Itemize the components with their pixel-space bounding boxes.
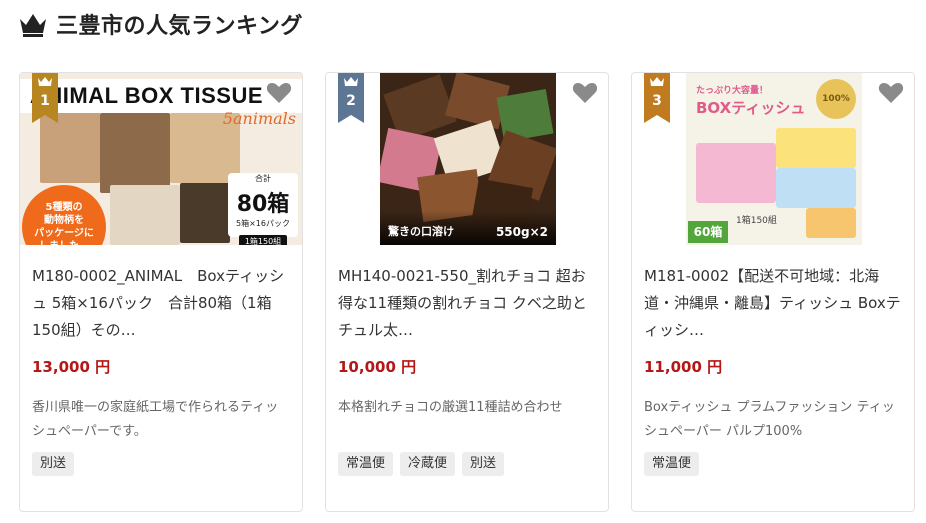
product-title[interactable]: M180-0002_ANIMAL Boxティッシュ 5箱×16パック 合計80箱… <box>32 263 290 344</box>
image-total-sub: 5箱×16パック <box>236 219 290 228</box>
product-image[interactable]: ANIMAL BOX TISSUE 5animals 5種類の 動物柄を パッケ… <box>20 73 302 245</box>
product-price: 11,000 円 <box>644 358 723 376</box>
rank-badge: 3 <box>644 73 670 123</box>
image-banner: ANIMAL BOX TISSUE <box>20 79 302 113</box>
image-script: 5animals <box>222 109 296 128</box>
ranking-card-3[interactable]: たっぷり大容量！ BOXティッシュ 100% 1箱150組 60箱 3 M181… <box>631 72 915 512</box>
product-description: 香川県唯一の家庭紙工場で作られるティッシュペーパーです。 <box>32 400 279 439</box>
product-photo-tissue-animal: ANIMAL BOX TISSUE 5animals 5種類の 動物柄を パッケ… <box>20 73 302 245</box>
product-image[interactable]: たっぷり大容量！ BOXティッシュ 100% 1箱150組 60箱 3 <box>632 73 914 245</box>
product-price: 10,000 円 <box>338 358 417 376</box>
product-image[interactable]: 驚きの口溶け 550g×2 2 <box>326 73 608 245</box>
shipping-tag: 常温便 <box>644 452 700 476</box>
image-total-big: 80箱 <box>236 192 290 217</box>
image-count: 60箱 <box>688 221 728 243</box>
shipping-tags: 別送 <box>32 452 290 476</box>
shipping-tags: 常温便 <box>644 452 902 476</box>
shipping-tag: 冷蔵便 <box>400 452 456 476</box>
product-title[interactable]: M181-0002【配送不可地域：北海道・沖縄県・離島】ティッシュ Boxティッ… <box>644 263 902 344</box>
product-photo-chocolate: 驚きの口溶け 550g×2 <box>380 73 556 245</box>
rank-number: 1 <box>40 93 50 109</box>
heart-icon[interactable] <box>878 81 904 105</box>
product-photo-tissue-box: たっぷり大容量！ BOXティッシュ 100% 1箱150組 60箱 <box>686 73 862 245</box>
image-weight: 550g×2 <box>495 225 548 239</box>
rank-number: 2 <box>346 93 356 109</box>
ranking-card-2[interactable]: 驚きの口溶け 550g×2 2 MH140-0021-550_割れチョコ 超お得… <box>325 72 609 512</box>
image-total: 合計 80箱 5箱×16パック 1箱150組 <box>228 173 298 245</box>
image-head: たっぷり大容量！ <box>696 86 769 96</box>
image-total-prefix: 合計 <box>255 174 271 183</box>
heart-icon[interactable] <box>266 81 292 105</box>
product-title[interactable]: MH140-0021-550_割れチョコ 超お得な11種類の割れチョコ クベ之助… <box>338 263 596 344</box>
rank-badge: 2 <box>338 73 364 123</box>
shipping-tag: 別送 <box>462 452 505 476</box>
image-medal: 100% <box>816 79 856 119</box>
product-description: Boxティッシュ プラムファッション ティッシュペーパー パルプ100% <box>644 400 895 439</box>
crown-icon <box>20 14 46 37</box>
image-box-text: BOXティッシュ <box>696 99 806 117</box>
image-circle-note: 5種類の 動物柄を パッケージに しました。 <box>22 185 106 245</box>
rank-number: 3 <box>652 93 662 109</box>
product-price: 13,000 円 <box>32 358 111 376</box>
ranking-title: 三豊市の人気ランキング <box>56 14 303 39</box>
shipping-tag: 常温便 <box>338 452 394 476</box>
shipping-tag: 別送 <box>32 452 75 476</box>
heart-icon[interactable] <box>572 81 598 105</box>
ranking-header: 三豊市の人気ランキング <box>18 8 303 40</box>
image-total-pill: 1箱150組 <box>238 235 288 245</box>
shipping-tags: 常温便 冷蔵便 別送 <box>338 452 596 476</box>
image-sub: 1箱150組 <box>736 216 777 226</box>
rank-badge: 1 <box>32 73 58 123</box>
product-description: 本格割れチョコの厳選11種詰め合わせ <box>338 400 563 415</box>
ranking-card-1[interactable]: ANIMAL BOX TISSUE 5animals 5種類の 動物柄を パッケ… <box>19 72 303 512</box>
